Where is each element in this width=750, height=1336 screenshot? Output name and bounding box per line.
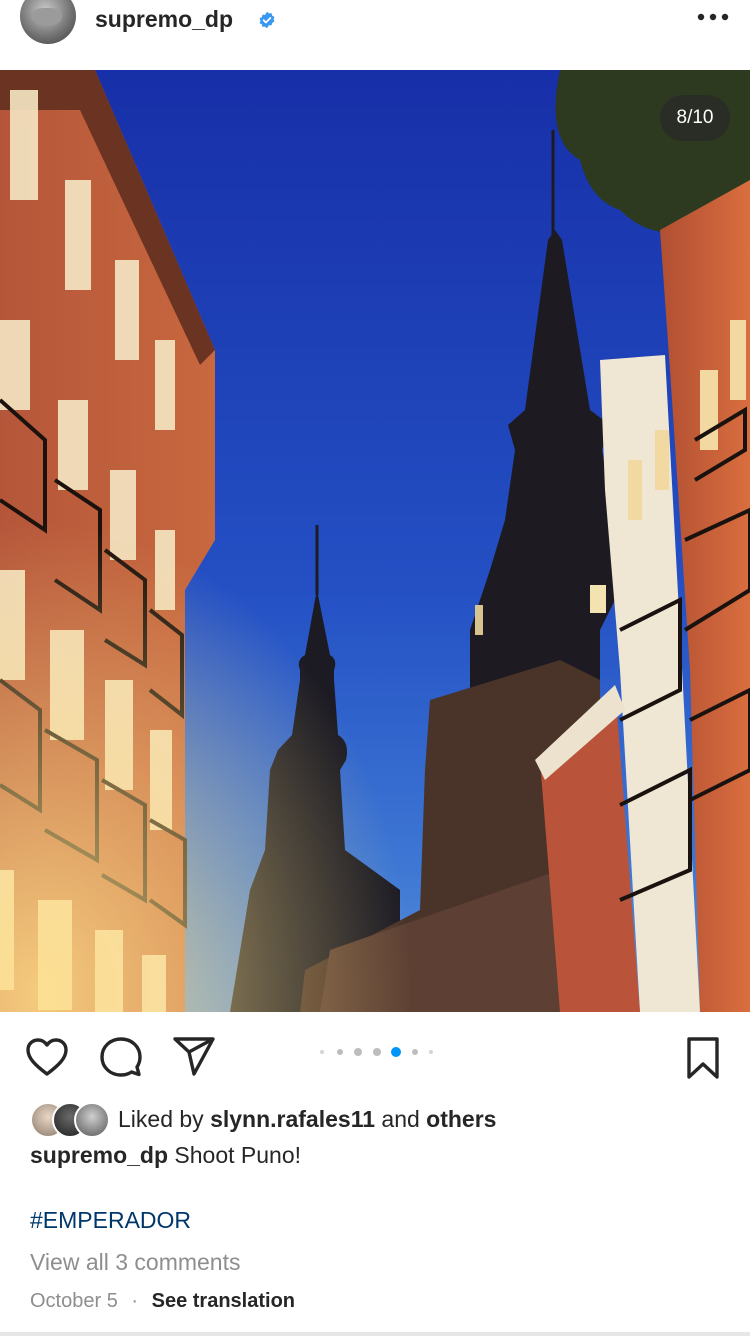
liker-username[interactable]: slynn.rafales11 xyxy=(210,1106,375,1132)
caption-text: Shoot Puno! xyxy=(174,1142,302,1168)
comment-bubble-icon[interactable] xyxy=(100,1036,142,1078)
carousel-dot xyxy=(320,1050,324,1054)
verified-badge-icon xyxy=(259,11,275,29)
liked-by-conjunction: and xyxy=(381,1106,420,1132)
user-avatar[interactable] xyxy=(20,0,76,44)
liked-by-row[interactable]: Liked by slynn.rafales11 and others xyxy=(30,1102,730,1138)
image-counter: 8/10 xyxy=(660,95,730,141)
carousel-dot xyxy=(354,1048,362,1056)
post-date: October 5 xyxy=(30,1290,118,1312)
carousel-dot xyxy=(337,1049,343,1055)
see-translation-link[interactable]: See translation xyxy=(152,1290,295,1312)
more-horizontal-icon[interactable] xyxy=(696,12,730,22)
caption-username[interactable]: supremo_dp xyxy=(30,1142,168,1168)
liker-avatar xyxy=(74,1102,110,1138)
carousel-dot xyxy=(373,1048,381,1056)
carousel-dot-active xyxy=(391,1047,401,1057)
bottom-divider xyxy=(0,1332,750,1336)
liked-by-others[interactable]: others xyxy=(426,1106,496,1132)
liked-by-prefix: Liked by xyxy=(118,1106,204,1132)
carousel-dot xyxy=(429,1050,433,1054)
carousel-dot xyxy=(412,1049,418,1055)
post-header: supremo_dp xyxy=(0,0,750,70)
heart-outline-icon[interactable] xyxy=(25,1037,69,1077)
liked-by-text: Liked by slynn.rafales11 and others xyxy=(118,1106,496,1133)
post-photo[interactable] xyxy=(0,70,750,1012)
post-caption: supremo_dp Shoot Puno! xyxy=(30,1142,301,1169)
meta-separator: · xyxy=(131,1290,139,1312)
street-evening-photo xyxy=(0,70,750,1012)
paper-plane-icon[interactable] xyxy=(172,1036,216,1078)
post-username[interactable]: supremo_dp xyxy=(95,6,233,33)
bookmark-outline-icon[interactable] xyxy=(686,1036,720,1080)
hashtag-link[interactable]: #EMPERADOR xyxy=(30,1207,191,1234)
view-comments-link[interactable]: View all 3 comments xyxy=(30,1249,241,1276)
post-meta: October 5 · See translation xyxy=(30,1290,295,1313)
